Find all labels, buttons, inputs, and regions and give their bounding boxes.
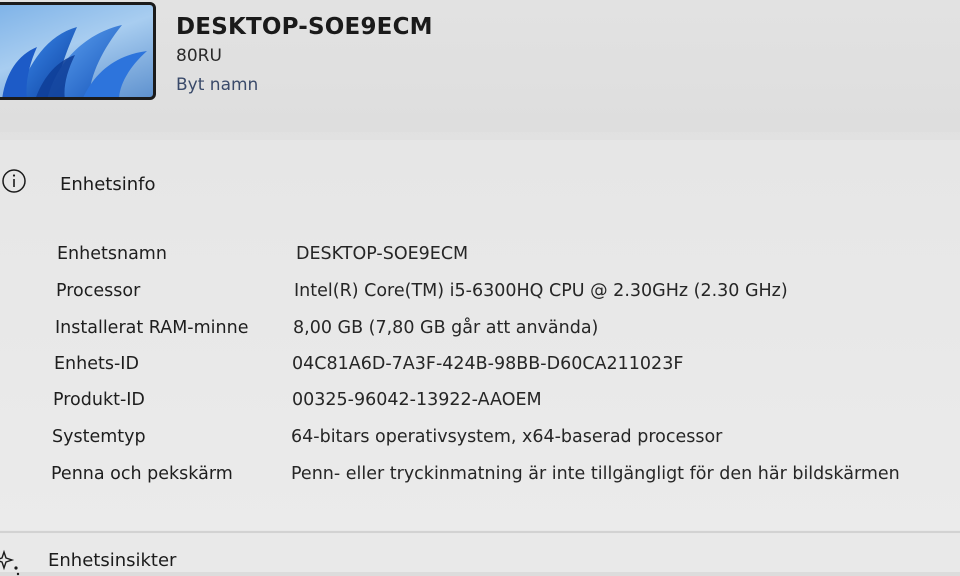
windows-bloom-icon bbox=[2, 25, 147, 97]
device-specs-section[interactable]: Enhetsinsikter bbox=[0, 534, 960, 576]
spec-label: Enhetsnamn bbox=[57, 244, 167, 264]
section-title: Enhetsinfo bbox=[60, 174, 156, 195]
spec-value: 64-bitars operativsystem, x64-baserad pr… bbox=[291, 427, 723, 447]
spec-label: Produkt-ID bbox=[53, 390, 145, 410]
spec-row-processor: Processor Intel(R) Core(TM) i5-6300HQ CP… bbox=[0, 281, 960, 317]
spec-row-ram: Installerat RAM-minne 8,00 GB (7,80 GB g… bbox=[0, 318, 960, 354]
spec-value: Intel(R) Core(TM) i5-6300HQ CPU @ 2.30GH… bbox=[294, 281, 788, 301]
spec-value: 00325-96042-13922-AAOEM bbox=[292, 390, 542, 410]
info-icon bbox=[2, 169, 26, 193]
rename-link[interactable]: Byt namn bbox=[176, 75, 258, 95]
spec-value: Penn- eller tryckinmatning är inte tillg… bbox=[291, 464, 900, 484]
spec-value: DESKTOP-SOE9ECM bbox=[296, 244, 469, 264]
spec-row-product-id: Produkt-ID 00325-96042-13922-AAOEM bbox=[0, 390, 960, 426]
spec-row-device-name: Enhetsnamn DESKTOP-SOE9ECM bbox=[0, 244, 960, 280]
spec-label: Systemtyp bbox=[52, 427, 146, 447]
device-model-text: 80RU bbox=[176, 46, 222, 66]
spec-value: 04C81A6D-7A3F-424B-98BB-D60CA211023F bbox=[292, 354, 684, 374]
spec-row-system-type: Systemtyp 64-bitars operativsystem, x64-… bbox=[0, 427, 960, 463]
spec-value: 8,00 GB (7,80 GB går att använda) bbox=[293, 318, 599, 338]
spec-label: Enhets-ID bbox=[54, 354, 139, 374]
section-title: Enhetsinsikter bbox=[48, 550, 177, 571]
device-info-header[interactable]: Enhetsinfo bbox=[0, 140, 960, 230]
device-info-section: Enhetsinfo Enhetsnamn DESKTOP-SOE9ECM Pr… bbox=[0, 140, 960, 530]
device-name-heading: DESKTOP-SOE9ECM bbox=[176, 14, 433, 40]
section-divider bbox=[0, 531, 960, 533]
spec-label: Installerat RAM-minne bbox=[55, 318, 249, 338]
desktop-wallpaper-thumbnail bbox=[0, 2, 156, 100]
device-header: DESKTOP-SOE9ECM 80RU Byt namn bbox=[0, 0, 960, 132]
spec-label: Processor bbox=[56, 281, 141, 301]
spec-row-pen-touch: Penna och pekskärm Penn- eller tryckinma… bbox=[0, 464, 960, 500]
spec-row-device-id: Enhets-ID 04C81A6D-7A3F-424B-98BB-D60CA2… bbox=[0, 354, 960, 390]
spec-label: Penna och pekskärm bbox=[51, 464, 233, 484]
